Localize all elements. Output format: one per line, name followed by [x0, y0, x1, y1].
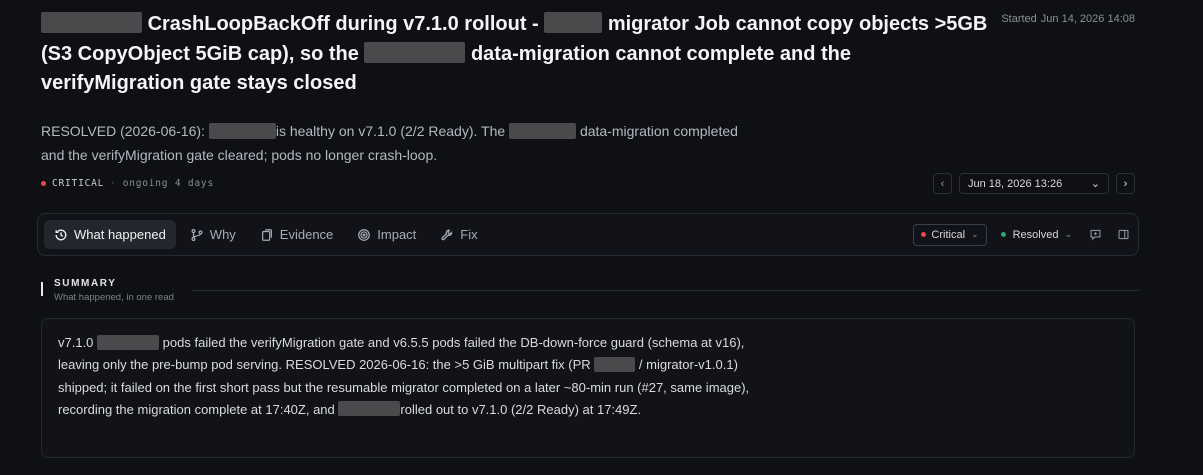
redacted-service-name [97, 334, 160, 350]
resolution-note: RESOLVED (2026-06-16): is healthy on v7.… [41, 122, 738, 163]
critical-dot-icon [41, 181, 46, 186]
snapshot-value: Jun 18, 2026 13:26 [968, 177, 1063, 190]
redacted-pr-number [594, 356, 636, 372]
section-subtitle: What happened, in one read [54, 292, 174, 303]
redacted-service-name [208, 122, 276, 139]
incident-title: CrashLoopBackOff during v7.1.0 rollout -… [41, 10, 991, 99]
tab-what-happened[interactable]: What happened [44, 220, 176, 249]
documents-icon [260, 228, 274, 242]
redacted-service-name [544, 12, 603, 34]
panel-toggle-button[interactable] [1114, 226, 1132, 244]
target-icon [357, 228, 371, 242]
summary-card: v7.1.0 pods failed the verifyMigration g… [41, 318, 1135, 458]
comment-icon [1089, 229, 1101, 241]
incident-header: CrashLoopBackOff during v7.1.0 rollout -… [41, 10, 991, 99]
summary-text: v7.1.0 pods failed the verifyMigration g… [58, 334, 750, 417]
sidebar-panel-icon [1117, 229, 1129, 240]
critical-dot-icon [921, 232, 927, 237]
chevron-right-icon: › [1123, 177, 1128, 190]
incident-tabs: What happened Why Evidence Impact Fix Cr… [37, 213, 1139, 256]
incident-controls: Critical ⌄ Resolved ⌄ [913, 223, 1132, 246]
divider [191, 290, 1139, 291]
chevron-down-icon: ⌄ [1090, 178, 1100, 190]
redacted-service-name [364, 41, 466, 63]
resolved-dot-icon [1000, 232, 1006, 237]
redacted-service-name [41, 12, 142, 34]
tab-fix[interactable]: Fix [430, 220, 487, 249]
chevron-down-icon: ⌄ [1064, 229, 1072, 239]
history-icon [54, 228, 68, 242]
snapshot-select[interactable]: Jun 18, 2026 13:26 ⌄ [959, 173, 1109, 194]
section-title: SUMMARY [54, 278, 117, 289]
status-select[interactable]: Resolved ⌄ [997, 229, 1076, 241]
next-snapshot-button[interactable]: › [1116, 173, 1135, 194]
chevron-left-icon: ‹ [940, 177, 945, 190]
severity-select[interactable]: Critical ⌄ [913, 223, 987, 246]
comment-button[interactable] [1086, 226, 1104, 244]
tab-why[interactable]: Why [180, 220, 246, 249]
wrench-icon [440, 228, 454, 242]
redacted-service-name [509, 122, 577, 139]
separator: · [110, 178, 117, 189]
snapshot-navigator: ‹ Jun 18, 2026 13:26 ⌄ › [933, 173, 1135, 194]
tab-impact[interactable]: Impact [347, 220, 426, 249]
tab-evidence[interactable]: Evidence [250, 220, 343, 249]
section-accent-bar [41, 282, 43, 296]
duration-text: ongoing 4 days [122, 178, 214, 189]
title-text-1: CrashLoopBackOff during v7.1.0 rollout - [147, 13, 539, 35]
redacted-service-name [338, 401, 401, 417]
previous-snapshot-button[interactable]: ‹ [933, 173, 952, 194]
severity-text: CRITICAL [52, 178, 105, 189]
started-timestamp: Started Jun 14, 2026 14:08 [1001, 13, 1135, 25]
chevron-down-icon: ⌄ [971, 229, 979, 239]
incident-meta: CRITICAL · ongoing 4 days [41, 178, 214, 189]
git-branch-icon [190, 228, 204, 242]
